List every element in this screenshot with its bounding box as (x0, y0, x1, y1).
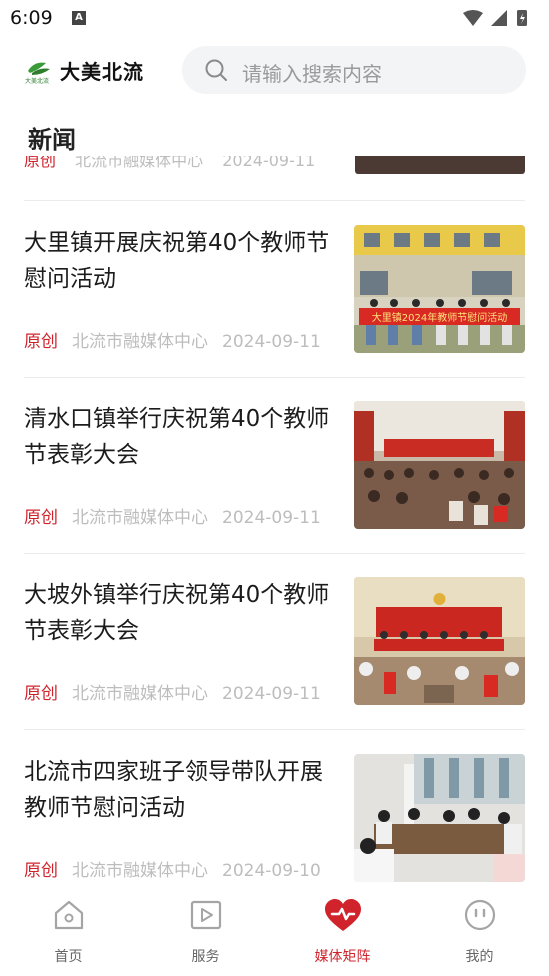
news-item-thumbnail: 大里镇2024年教师节慰问活动 (354, 225, 525, 353)
app-logo[interactable]: 大美北流 大美北流 (24, 56, 144, 85)
search-placeholder: 请输入搜索内容 (242, 62, 382, 86)
news-date: 2024-09-10 (222, 861, 321, 881)
news-item-meta: 原创 北流市融媒体中心 2024-09-10 (24, 856, 321, 881)
tab-label: 我的 (465, 949, 494, 965)
news-item-thumbnail (354, 401, 525, 529)
news-item-thumbnail (354, 577, 525, 705)
news-item-title: 北流市四家班子领导带队开展教师节慰问活动 (24, 759, 323, 821)
news-item-meta: 原创 北流市融媒体中心 2024-09-11 (24, 679, 321, 704)
news-source: 北流市融媒体中心 (72, 508, 208, 528)
play-icon (190, 900, 221, 930)
app-name: 大美北流 (60, 60, 144, 84)
news-item-meta: 原创 北流市融媒体中心 2024-09-11 (24, 327, 321, 352)
notification-icon: A (72, 11, 86, 25)
news-item-title: 大里镇开展庆祝第40个教师节慰问活动 (24, 230, 330, 292)
news-date: 2024-09-11 (222, 508, 321, 528)
tab-label: 服务 (191, 949, 220, 965)
search-bar[interactable]: 请输入搜索内容 (182, 46, 526, 94)
news-item-thumbnail (354, 754, 525, 882)
divider (24, 553, 525, 554)
status-bar: 6:09 A (0, 0, 549, 36)
logo-leaf-icon: 大美北流 (25, 62, 50, 85)
news-item-title: 大坡外镇举行庆祝第40个教师节表彰大会 (24, 582, 330, 644)
tab-services[interactable]: 服务 (137, 886, 274, 976)
news-source: 北流市融媒体中心 (72, 684, 208, 704)
news-item[interactable]: 清水口镇举行庆祝第40个教师节表彰大会 原创 北流市融媒体中心 2024-09-11 (24, 401, 525, 531)
section-title: 新闻 (28, 126, 76, 154)
news-source: 北流市融媒体中心 (72, 861, 208, 881)
svg-text:大美北流: 大美北流 (25, 77, 49, 85)
divider (24, 729, 525, 730)
tab-media-matrix[interactable]: 媒体矩阵 (274, 886, 411, 976)
original-tag: 原创 (24, 684, 58, 704)
news-item[interactable]: 北流市四家班子领导带队开展教师节慰问活动 原创 北流市融媒体中心 2024-09-1… (24, 754, 525, 884)
tab-mine[interactable]: 我的 (411, 886, 548, 976)
tab-home[interactable]: 首页 (0, 886, 137, 976)
partial-article[interactable]: 原创 北流市融媒体中心 2024-09-11 (24, 156, 525, 176)
divider (24, 200, 525, 201)
bottom-tab-bar: 首页 服务 媒体矩阵 我的 (0, 886, 549, 976)
system-status-icons (463, 10, 527, 26)
svg-text:大里镇2024年教师节慰问活动: 大里镇2024年教师节慰问活动 (372, 311, 507, 324)
wifi-icon (463, 10, 483, 26)
home-icon (54, 900, 83, 930)
partial-article-meta: 原创 北流市融媒体中心 2024-09-11 (24, 156, 316, 170)
signal-icon (491, 10, 507, 26)
tab-label: 媒体矩阵 (314, 949, 371, 965)
original-tag: 原创 (24, 508, 58, 528)
news-source: 北流市融媒体中心 (72, 332, 208, 352)
original-tag: 原创 (24, 861, 58, 881)
partial-article-thumbnail (355, 156, 525, 174)
original-tag: 原创 (24, 332, 58, 352)
status-time: 6:09 (10, 7, 53, 29)
news-item[interactable]: 大坡外镇举行庆祝第40个教师节表彰大会 原创 北流市融媒体中心 2024-09-11 (24, 577, 525, 707)
news-date: 2024-09-11 (222, 332, 321, 352)
face-icon (464, 899, 495, 931)
news-date: 2024-09-11 (222, 684, 321, 704)
app-header: 大美北流 大美北流 请输入搜索内容 (0, 44, 549, 98)
heart-icon (324, 899, 361, 931)
divider (24, 377, 525, 378)
news-item[interactable]: 大里镇开展庆祝第40个教师节慰问活动 原创 北流市融媒体中心 2024-09-11 … (24, 225, 525, 355)
search-icon (205, 59, 227, 81)
news-item-meta: 原创 北流市融媒体中心 2024-09-11 (24, 503, 321, 528)
news-item-title: 清水口镇举行庆祝第40个教师节表彰大会 (24, 406, 330, 468)
tab-label: 首页 (54, 949, 83, 965)
news-feed[interactable]: 原创 北流市融媒体中心 2024-09-11 大里镇开展庆祝第40个教师节慰问活… (0, 156, 549, 886)
